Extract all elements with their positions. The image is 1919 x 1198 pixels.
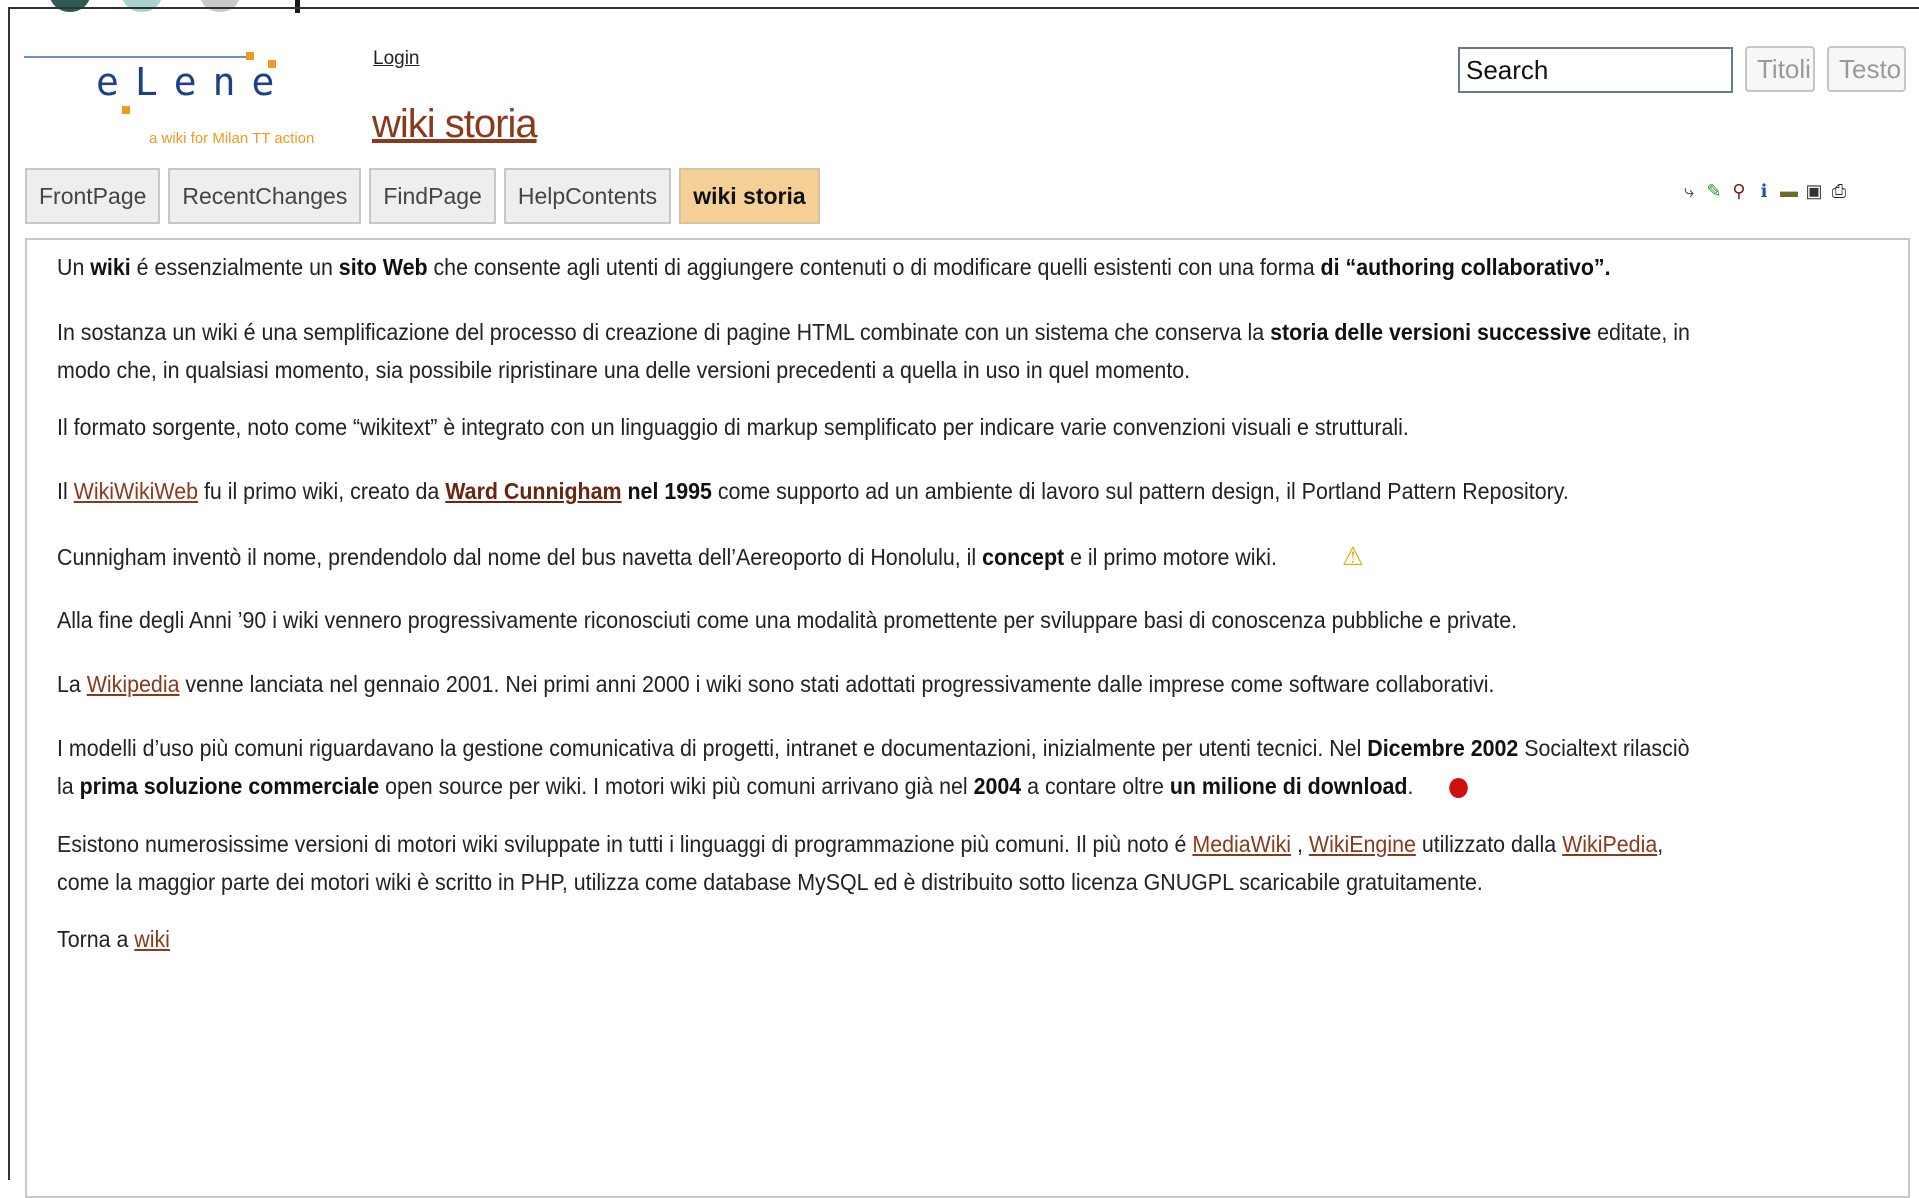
text: Cunnigham inventò il nome, prendendolo d… <box>57 544 983 570</box>
text: é essenzialmente un <box>130 254 339 280</box>
text: fu il primo wiki, creato da <box>198 478 446 504</box>
text: come supporto ad un ambiente di lavoro s… <box>711 478 1569 504</box>
text: editate, in <box>1591 319 1690 345</box>
text: , <box>1657 831 1664 857</box>
text: Esistono numerosissime versioni di motor… <box>57 831 1193 857</box>
titles-search-button[interactable]: Titoli <box>1745 46 1815 92</box>
logo-tagline: a wiki for Milan TT action <box>149 130 315 147</box>
text: open source per wiki. I motori wiki più … <box>379 773 974 799</box>
tab-findpage[interactable]: FindPage <box>369 168 496 224</box>
search-input[interactable] <box>1458 47 1733 93</box>
paragraph: Un wiki é essenzialmente un sito Web che… <box>57 248 1611 286</box>
raw-text-icon[interactable]: ▣ <box>1805 180 1823 202</box>
edit-icon[interactable]: ✎ <box>1705 180 1723 202</box>
tab-helpcontents[interactable]: HelpContents <box>503 168 672 224</box>
text: utilizzato dalla <box>1415 831 1563 857</box>
navbar: FrontPage RecentChanges FindPage HelpCon… <box>25 168 828 224</box>
wikiwikiweb-link[interactable]: WikiWikiWeb <box>74 478 198 504</box>
logo-square <box>122 106 130 114</box>
page-content: Un wiki é essenzialmente un sito Web che… <box>25 238 1910 1198</box>
bold-text: 2004 <box>973 773 1022 799</box>
paragraph: Torna a wiki <box>57 920 170 958</box>
bold-text: di “authoring collaborativo”. <box>1320 254 1611 280</box>
mediawiki-link[interactable]: MediaWiki <box>1192 831 1291 857</box>
text: come la maggior parte dei motori wiki è … <box>57 869 1483 895</box>
warning-icon: ⚠ <box>1341 541 1364 571</box>
text: modo che, in qualsiasi momento, sia poss… <box>57 357 1191 383</box>
info-icon[interactable]: ℹ <box>1755 180 1773 202</box>
text: Socialtext rilasciò <box>1518 735 1690 761</box>
text: a contare oltre <box>1021 773 1170 799</box>
logo-wordmark: eLene <box>96 60 291 104</box>
page-title[interactable]: wiki storia <box>372 102 538 147</box>
paragraph: Alla fine degli Anni ’90 i wiki vennero … <box>57 607 1518 633</box>
tab-recentchanges[interactable]: RecentChanges <box>168 168 362 224</box>
text-search-button[interactable]: Testo <box>1827 46 1906 92</box>
text: . <box>1407 773 1414 799</box>
bold-text: Dicembre 2002 <box>1367 735 1519 761</box>
subscribe-icon[interactable]: ⤷ <box>1680 180 1698 202</box>
login-link[interactable]: Login <box>373 48 420 70</box>
tab-frontpage[interactable]: FrontPage <box>25 168 161 224</box>
paragraph: Il formato sorgente, noto come “wikitext… <box>57 414 1409 440</box>
bold-text: nel 1995 <box>621 478 712 504</box>
text: Torna a <box>57 926 135 952</box>
text: che consente agli utenti di aggiungere c… <box>427 254 1321 280</box>
ward-cunnigham-link[interactable]: Ward Cunnigham <box>445 478 621 504</box>
bold-text: concept <box>982 544 1065 570</box>
text: Il <box>57 478 74 504</box>
text: I modelli d’uso più comuni riguardavano … <box>57 735 1368 761</box>
text: La <box>57 671 87 697</box>
wiki-link[interactable]: wiki <box>134 926 170 952</box>
text: e il primo motore wiki. <box>1064 544 1277 570</box>
bold-text: prima soluzione commerciale <box>79 773 380 799</box>
text: venne lanciata nel gennaio 2001. Nei pri… <box>179 671 1495 697</box>
bold-text: wiki <box>90 254 131 280</box>
bold-text: storia delle versioni successive <box>1270 319 1592 345</box>
attachments-icon[interactable]: ▬ <box>1780 180 1798 202</box>
bold-text: un milione di download <box>1169 773 1408 799</box>
text: Un <box>57 254 91 280</box>
site-logo[interactable]: eLene a wiki for Milan TT action <box>24 48 354 158</box>
paragraph: La Wikipedia venne lanciata nel gennaio … <box>57 665 1495 703</box>
bold-text: sito Web <box>338 254 428 280</box>
paragraph: In sostanza un wiki é una semplificazion… <box>57 313 1690 389</box>
text: In sostanza un wiki é una semplificazion… <box>57 319 1271 345</box>
paragraph: Esistono numerosissime versioni di motor… <box>57 825 1663 901</box>
paragraph: Cunnigham inventò il nome, prendendolo d… <box>57 537 1364 576</box>
logo-square <box>246 52 254 60</box>
print-icon[interactable]: ⎙ <box>1830 180 1848 202</box>
bug-icon <box>1448 777 1468 798</box>
text: la <box>57 773 80 799</box>
wikipedia-link[interactable]: Wikipedia <box>87 671 180 697</box>
wikiengine-link[interactable]: WikiEngine <box>1309 831 1416 857</box>
page-toolbar: ⤷ ✎ ⚲ ℹ ▬ ▣ ⎙ <box>1680 180 1848 202</box>
logo-line <box>24 56 254 58</box>
text: , <box>1291 831 1309 857</box>
paragraph: I modelli d’uso più comuni riguardavano … <box>57 729 1689 805</box>
wikipedia-link[interactable]: WikiPedia <box>1562 831 1657 857</box>
find-icon[interactable]: ⚲ <box>1730 180 1748 202</box>
tab-wiki-storia[interactable]: wiki storia <box>679 168 820 224</box>
paragraph: Il WikiWikiWeb fu il primo wiki, creato … <box>57 472 1569 510</box>
